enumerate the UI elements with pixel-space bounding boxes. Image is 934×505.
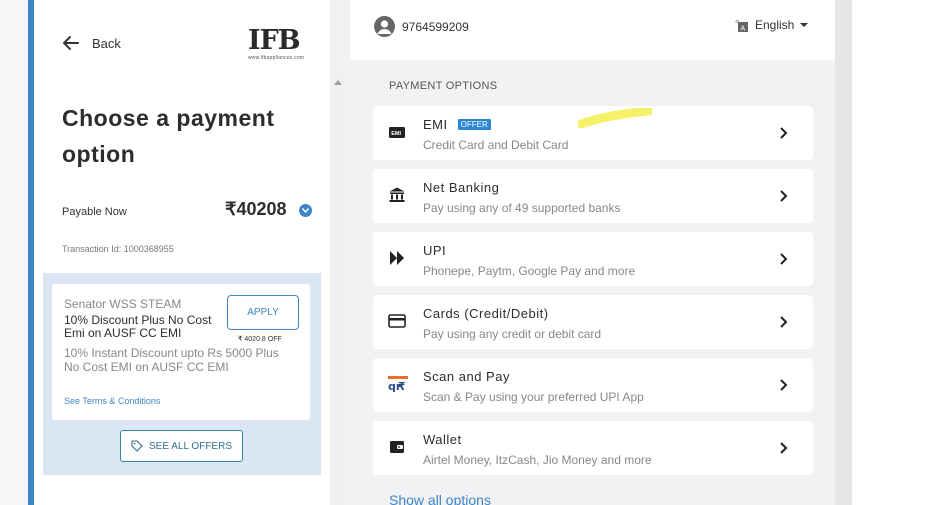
apply-button[interactable]: APPLY <box>227 295 299 330</box>
scrollbar[interactable] <box>330 72 346 505</box>
payment-option-net-banking[interactable]: Net Banking Pay using any of 49 supporte… <box>373 169 813 223</box>
option-title: Cards (Credit/Debit) <box>423 306 549 321</box>
payment-option-upi[interactable]: UPI Phonepe, Paytm, Google Pay and more <box>373 232 813 286</box>
option-subtitle: Scan & Pay using your preferred UPI App <box>423 390 644 404</box>
chevron-right-icon <box>780 253 788 265</box>
payment-option-cards[interactable]: Cards (Credit/Debit) Pay using any credi… <box>373 295 813 349</box>
caret-down-icon <box>800 23 809 27</box>
highlight-mark <box>578 108 652 128</box>
svg-text:A: A <box>741 26 746 33</box>
language-label: English <box>755 18 795 32</box>
payment-options-panel: 9764599209 A अ English PAYMENT OPTIONS E… <box>350 0 835 505</box>
section-title: PAYMENT OPTIONS <box>389 80 498 92</box>
option-title: UPI <box>423 243 447 258</box>
svg-text:₹: ₹ <box>398 380 406 393</box>
see-all-offers-label: SEE ALL OFFERS <box>149 440 232 452</box>
scan-pay-icon: qr ₹ <box>388 376 408 393</box>
scroll-up-arrow-icon[interactable] <box>334 80 342 85</box>
option-title: EMI OFFER <box>423 117 491 132</box>
option-subtitle: Airtel Money, ItzCash, Jio Money and mor… <box>423 453 652 467</box>
chevron-down-icon[interactable] <box>299 204 312 217</box>
payable-label: Payable Now <box>62 206 127 218</box>
chevron-right-icon <box>780 127 788 139</box>
offer-description: 10% Instant Discount upto Rs 5000 Plus N… <box>64 346 279 374</box>
offer-badge: OFFER <box>457 119 491 130</box>
ifb-logo: IFB www.ifbappliances.com <box>248 25 305 61</box>
show-all-options-link[interactable]: Show all options <box>389 492 491 505</box>
transaction-id: Transaction Id: 1000368955 <box>62 244 174 254</box>
order-summary-panel: Back IFB www.ifbappliances.com Choose a … <box>34 0 330 505</box>
option-title: Net Banking <box>423 180 500 195</box>
payable-amount: ₹40208 <box>225 199 287 219</box>
page-divider <box>835 0 852 505</box>
back-button[interactable]: Back <box>62 34 121 52</box>
option-subtitle: Phonepe, Paytm, Google Pay and more <box>423 264 636 278</box>
header: 9764599209 A अ English <box>350 0 835 60</box>
wallet-icon <box>390 441 404 453</box>
option-subtitle: Credit Card and Debit Card <box>423 138 569 152</box>
terms-link[interactable]: See Terms & Conditions <box>64 396 160 406</box>
chevron-right-icon <box>780 442 788 454</box>
emi-icon: EMI <box>389 127 405 138</box>
upi-icon <box>390 251 404 265</box>
translate-icon: A अ <box>735 19 748 33</box>
chevron-right-icon <box>780 316 788 328</box>
payment-option-scan-and-pay[interactable]: qr ₹ Scan and Pay Scan & Pay using your … <box>373 358 813 412</box>
chevron-right-icon <box>780 379 788 391</box>
page-title: Choose a payment option <box>62 105 275 167</box>
svg-text:EMI: EMI <box>391 131 401 137</box>
user-avatar-icon <box>374 16 395 37</box>
svg-text:अ: अ <box>735 19 739 25</box>
tag-icon <box>131 440 143 452</box>
offer-card: Senator WSS STEAM 10% Discount Plus No C… <box>52 284 310 420</box>
back-label: Back <box>92 35 121 51</box>
scroll-thumb[interactable] <box>333 98 343 498</box>
phone-number: 9764599209 <box>402 20 469 34</box>
option-subtitle: Pay using any of 49 supported banks <box>423 201 621 215</box>
language-selector[interactable]: A अ English <box>735 18 809 33</box>
offer-product-name: Senator WSS STEAM <box>64 297 182 311</box>
bank-icon <box>389 187 405 202</box>
chevron-right-icon <box>780 190 788 202</box>
card-icon <box>388 314 406 328</box>
page-background-left <box>0 0 28 505</box>
offer-headline: 10% Discount Plus No Cost Emi on AUSF CC… <box>64 313 212 340</box>
see-all-offers-button[interactable]: SEE ALL OFFERS <box>120 430 243 462</box>
option-title: Wallet <box>423 432 462 447</box>
offer-discount-amount: ₹ 4020.8 OFF <box>238 336 282 343</box>
back-arrow-icon <box>63 36 79 50</box>
page-background-right <box>852 0 934 505</box>
offers-section: Senator WSS STEAM 10% Discount Plus No C… <box>43 273 321 475</box>
payment-option-wallet[interactable]: Wallet Airtel Money, ItzCash, Jio Money … <box>373 421 813 475</box>
option-title: Scan and Pay <box>423 369 510 384</box>
option-subtitle: Pay using any credit or debit card <box>423 327 602 341</box>
